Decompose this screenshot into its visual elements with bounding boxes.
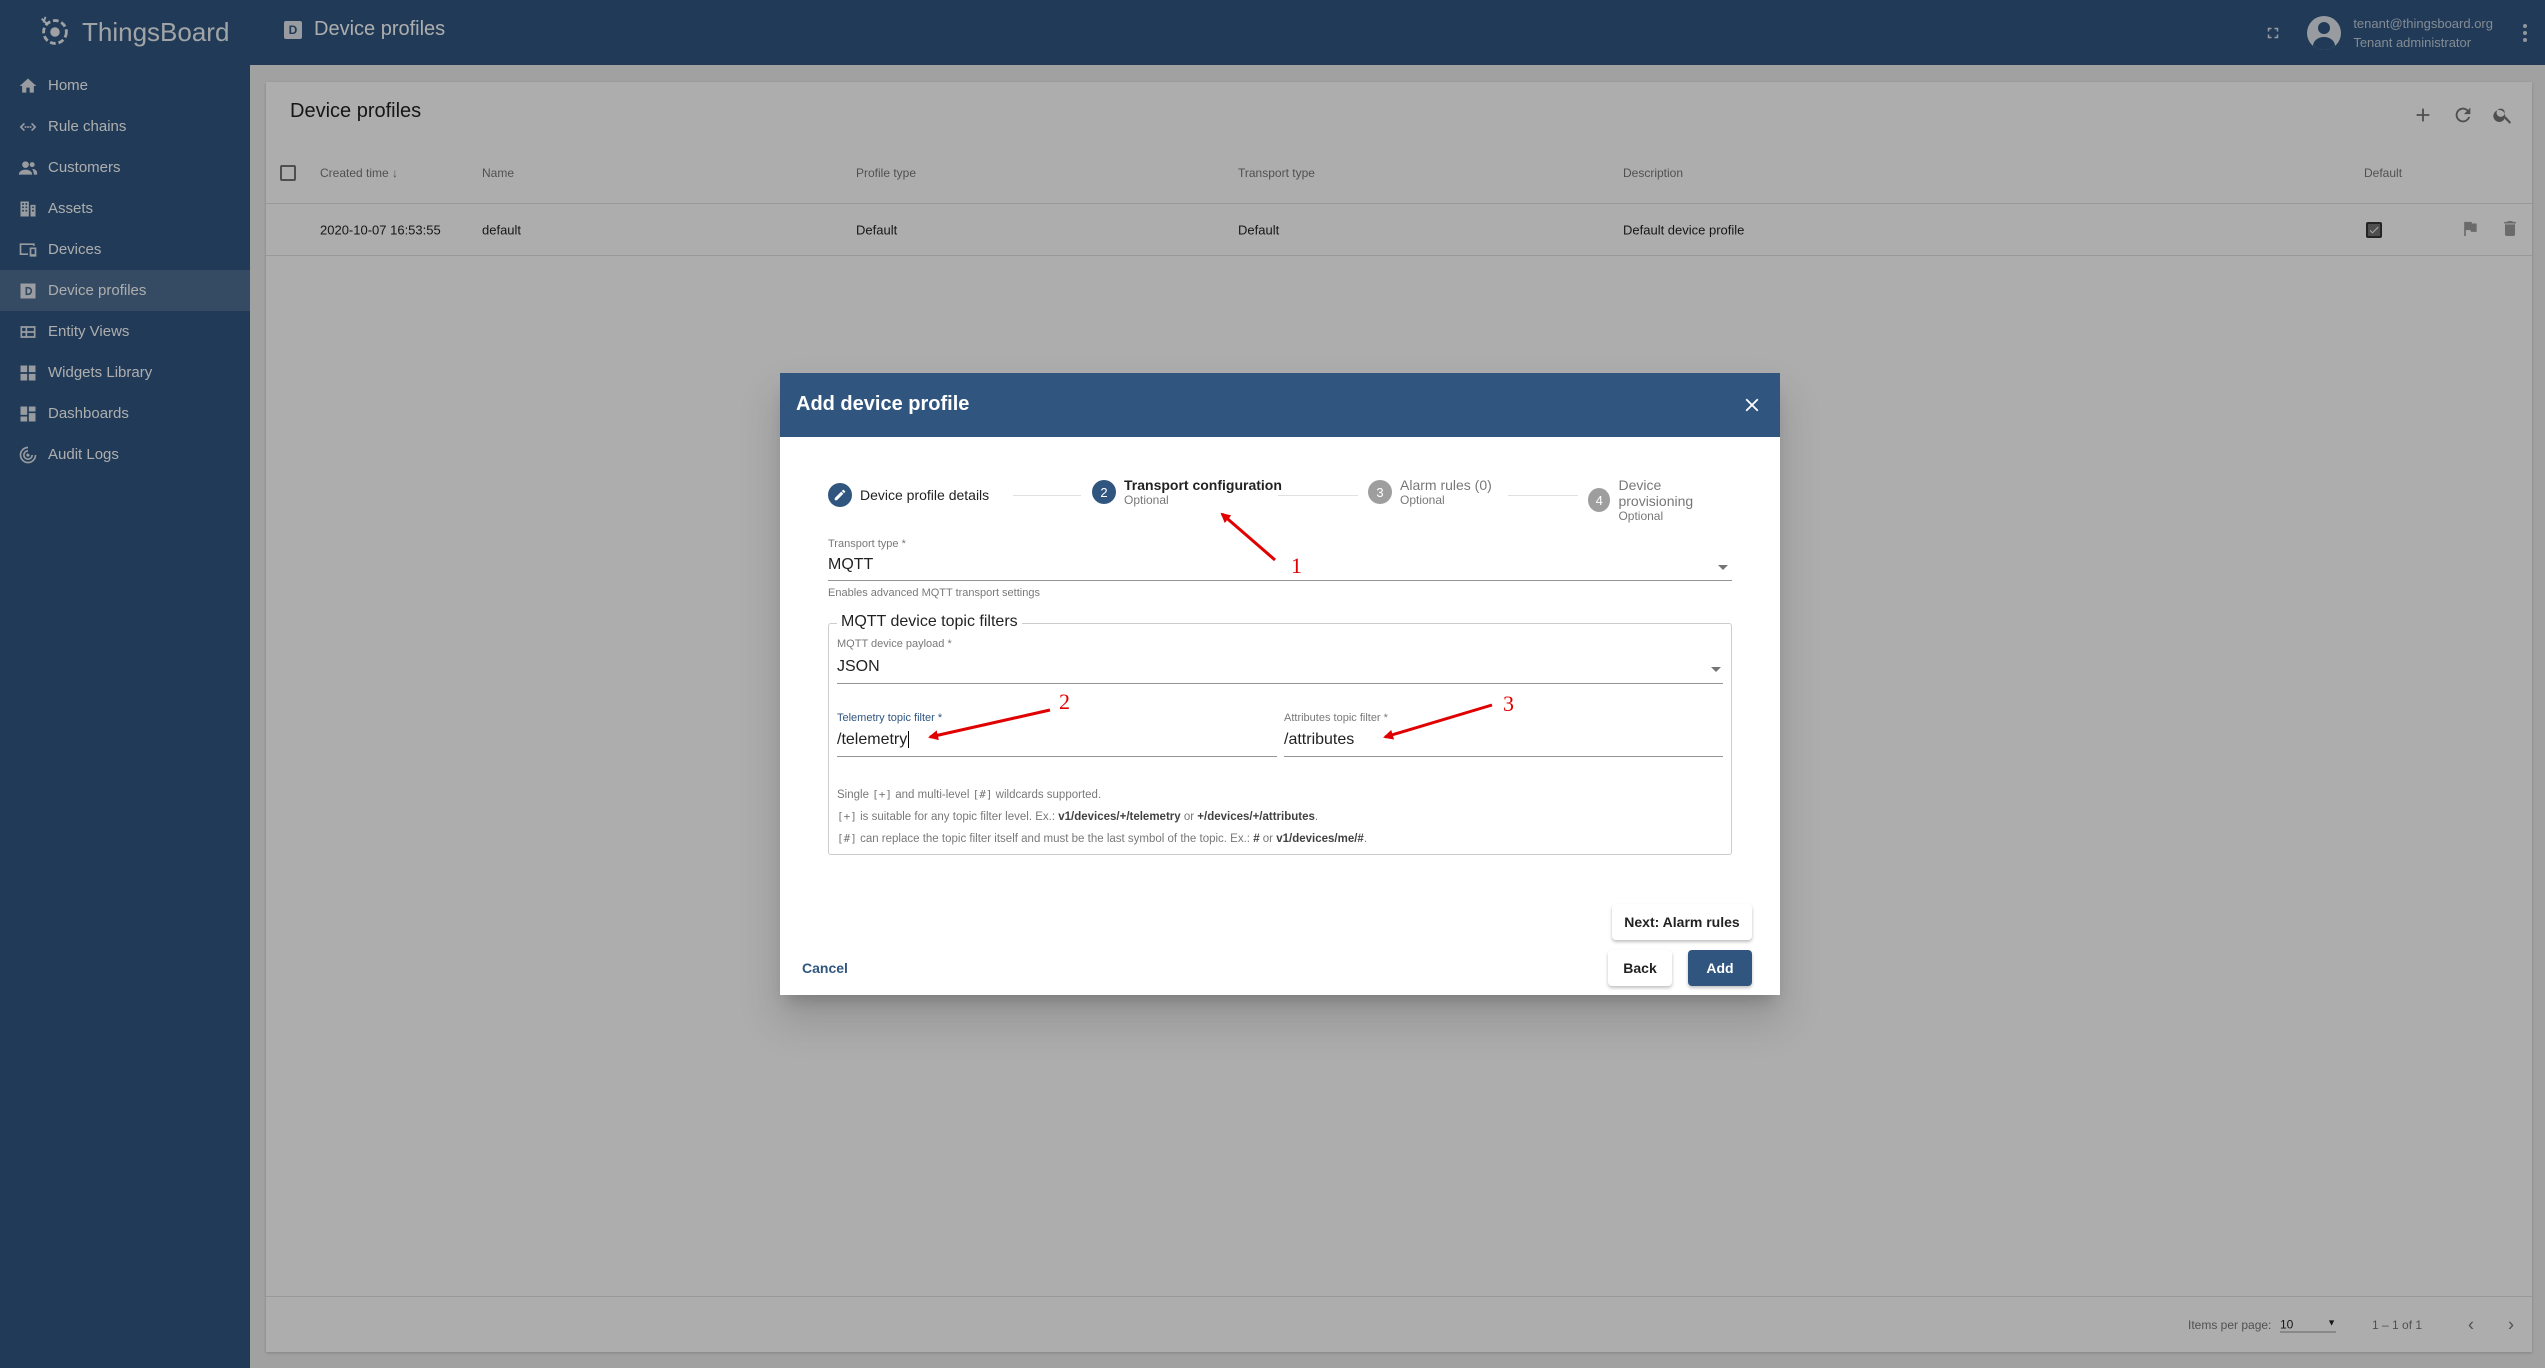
dropdown-arrow-icon: [1718, 565, 1728, 570]
transport-type-hint: Enables advanced MQTT transport settings: [828, 587, 1040, 599]
step-alarm-rules[interactable]: 3 Alarm rules (0) Optional: [1368, 477, 1492, 507]
topic-filter-help: Single [+] and multi-level [#] wildcards…: [837, 788, 1368, 845]
step-device-profile-details[interactable]: Device profile details: [828, 483, 989, 507]
payload-label: MQTT device payload *: [837, 638, 952, 650]
step-label: Device provisioning: [1618, 477, 1694, 509]
attributes-filter-label: Attributes topic filter *: [1284, 712, 1388, 724]
step-sub: Optional: [1400, 493, 1445, 507]
close-icon: [1745, 398, 1759, 412]
next-alarm-rules-button[interactable]: Next: Alarm rules: [1612, 904, 1752, 940]
transport-type-select[interactable]: MQTT: [828, 556, 873, 574]
step-number: 2: [1092, 480, 1116, 504]
step-label: Alarm rules (0): [1400, 477, 1492, 493]
step-transport-configuration[interactable]: 2 Transport configuration Optional: [1092, 477, 1282, 507]
step-sub: Optional: [1124, 493, 1169, 507]
annotation-number-3: 3: [1503, 691, 1514, 716]
attributes-filter-input[interactable]: /attributes: [1284, 731, 1354, 749]
cancel-button[interactable]: Cancel: [800, 950, 850, 986]
step-number: 3: [1368, 480, 1392, 504]
dialog-title: Add device profile: [796, 393, 970, 415]
stepper: Device profile details 2 Transport confi…: [828, 477, 1732, 523]
step-label: Device profile details: [860, 487, 990, 503]
mqtt-topic-filters-group: MQTT device topic filters MQTT device pa…: [828, 613, 1732, 855]
add-button[interactable]: Add: [1688, 950, 1752, 986]
add-device-profile-dialog: Add device profile Device profile detail…: [780, 373, 1780, 995]
mqtt-topic-filters-legend: MQTT device topic filters: [837, 613, 1022, 631]
step-label: Transport configuration: [1124, 477, 1282, 493]
close-button[interactable]: [1736, 389, 1768, 421]
telemetry-filter-label: Telemetry topic filter *: [837, 712, 943, 724]
edit-icon: [828, 483, 852, 507]
transport-type-label: Transport type *: [828, 538, 906, 550]
step-number: 4: [1588, 488, 1611, 512]
payload-select[interactable]: JSON: [837, 658, 880, 676]
back-button[interactable]: Back: [1608, 950, 1672, 986]
telemetry-filter-input[interactable]: /telemetry: [837, 731, 910, 749]
dialog-header: Add device profile: [780, 373, 1780, 437]
annotation-number-2: 2: [1059, 689, 1070, 714]
step-sub: Optional: [1618, 509, 1664, 523]
annotation-number-1: 1: [1291, 553, 1302, 578]
dropdown-arrow-icon: [1711, 667, 1721, 672]
step-device-provisioning[interactable]: 4 Device provisioning Optional: [1588, 477, 1732, 523]
